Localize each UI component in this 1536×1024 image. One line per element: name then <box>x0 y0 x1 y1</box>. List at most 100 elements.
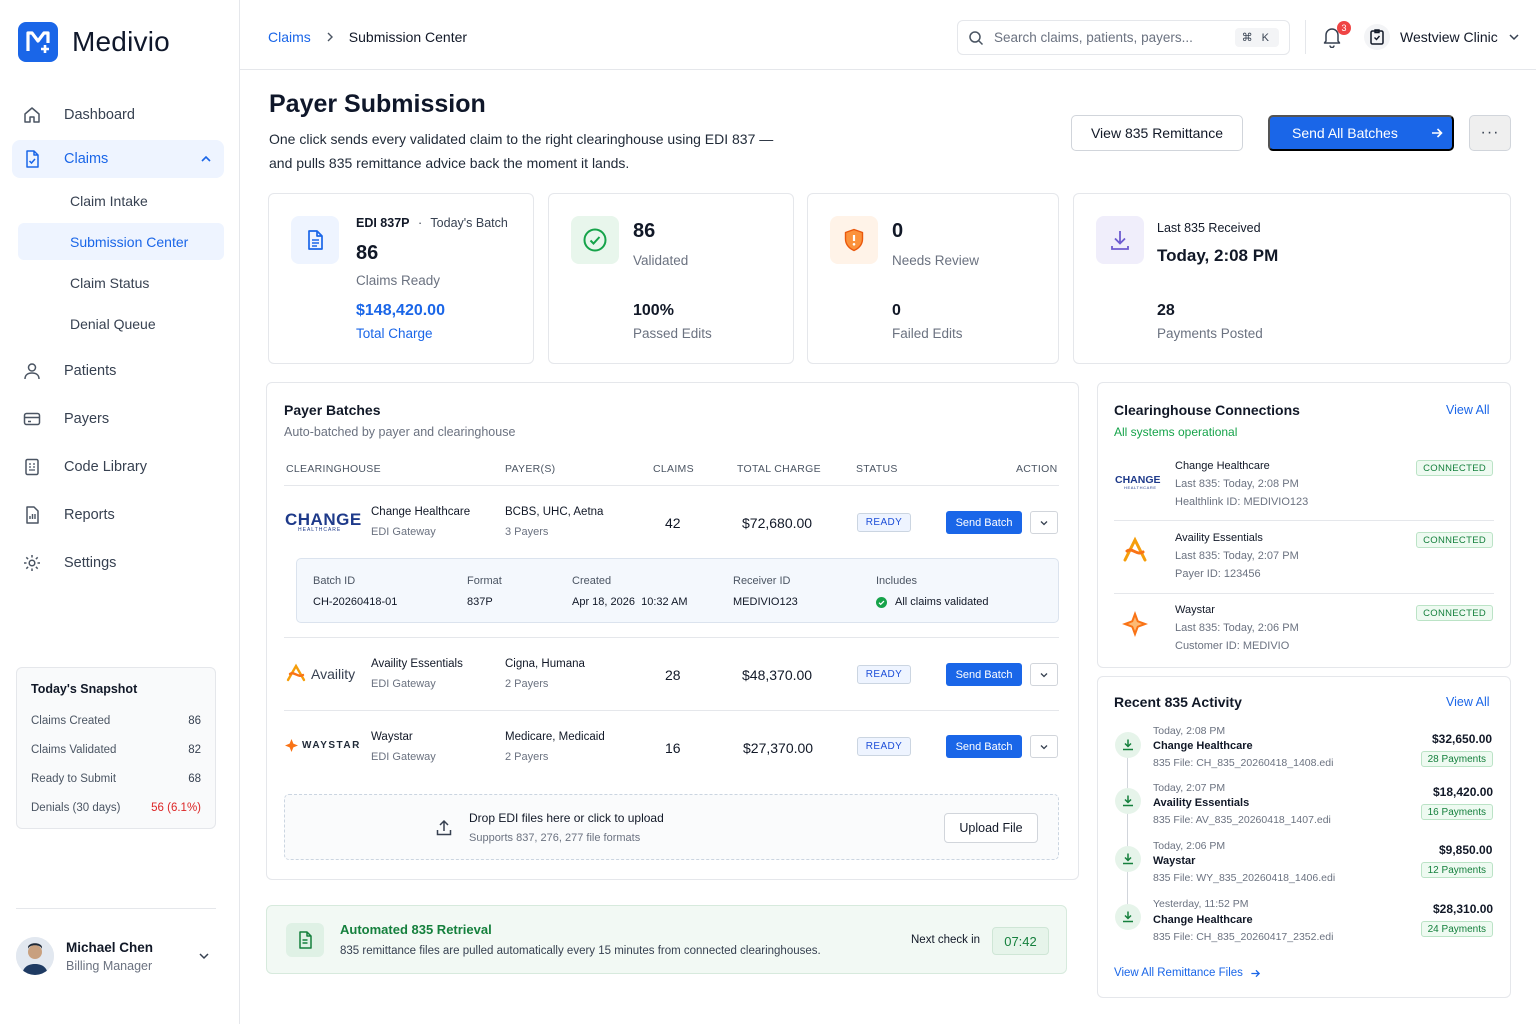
upload-icon <box>436 819 452 836</box>
shield-alert-icon <box>844 228 864 252</box>
clearinghouse-name: Availity Essentials <box>371 658 463 670</box>
send-batch-button[interactable]: Send Batch <box>946 511 1022 534</box>
sidebar-item-label: Settings <box>64 555 117 571</box>
activity-clearinghouse: Waystar <box>1153 855 1196 867</box>
sidebar-item-reports[interactable]: Reports <box>12 492 224 538</box>
code-library-icon <box>25 458 39 476</box>
user-menu[interactable]: Michael Chen Billing Manager <box>16 934 216 978</box>
activity-time: Today, 2:08 PM <box>1153 725 1226 737</box>
activity-clearinghouse: Change Healthcare <box>1153 914 1253 926</box>
last-835-label: Last 835 Received <box>1157 221 1261 235</box>
total-charge-label: Total Charge <box>356 326 433 341</box>
stat-card-needs-review: 0 Needs Review 0 Failed Edits <box>807 193 1059 364</box>
sidebar-item-label: Code Library <box>64 459 148 475</box>
payer-batches-subtitle: Auto-batched by payer and clearinghouse <box>284 425 516 439</box>
activity-view-all-link[interactable]: View All <box>1446 695 1490 709</box>
waystar-logo: WAYSTAR <box>285 739 361 752</box>
gear-icon <box>24 555 40 571</box>
download-icon <box>1123 739 1133 751</box>
passed-edits-label: Passed Edits <box>633 326 712 341</box>
more-options-button[interactable]: ··· <box>1469 115 1511 151</box>
send-all-batches-button[interactable]: Send All Batches <box>1268 115 1454 151</box>
activity-file[interactable]: 835 File: AV_835_20260418_1407.edi <box>1153 814 1331 826</box>
activity-payments-badge: 12 Payments <box>1420 862 1493 878</box>
clearinghouse-name: Change Healthcare <box>371 506 471 518</box>
payer-batches-title: Payer Batches <box>284 402 381 418</box>
activity-file[interactable]: 835 File: CH_835_20260418_1408.edi <box>1153 757 1333 769</box>
row-divider <box>1114 520 1494 521</box>
activity-amount: $28,310.00 <box>1433 902 1494 916</box>
download-icon <box>1123 795 1133 807</box>
sidebar-item-label: Claims <box>64 151 109 167</box>
col-header-action: ACTION <box>1016 463 1058 475</box>
sidebar-subitem-submission-center[interactable]: Submission Center <box>18 223 224 260</box>
search-input[interactable]: Search claims, patients, payers... ⌘ K <box>957 20 1290 55</box>
detail-value-format: 837P <box>467 596 493 608</box>
waystar-mark-icon <box>285 739 298 752</box>
failed-edits-value: 0 <box>892 302 901 319</box>
activity-download-icon-bg <box>1115 732 1141 758</box>
clearinghouse-gateway: EDI Gateway <box>371 751 436 763</box>
sidebar-item-claims[interactable]: Claims <box>12 140 224 178</box>
payments-posted-value: 28 <box>1157 302 1175 319</box>
send-batch-button[interactable]: Send Batch <box>946 663 1022 686</box>
chevron-right-icon <box>327 32 333 42</box>
detail-value-created: Apr 18, 2026 10:32 AM <box>572 596 688 608</box>
clinic-name: Westview Clinic <box>1400 29 1498 45</box>
activity-file[interactable]: 835 File: CH_835_20260417_2352.edi <box>1153 931 1333 943</box>
edi-upload-dropzone[interactable]: Drop EDI files here or click to upload S… <box>284 794 1059 860</box>
page-description: One click sends every validated claim to… <box>269 131 774 171</box>
snapshot-label: Denials (30 days) <box>31 801 121 814</box>
sidebar-item-payers[interactable]: Payers <box>12 396 224 442</box>
sidebar-item-label: Patients <box>64 363 117 379</box>
upload-file-button[interactable]: Upload File <box>944 813 1038 843</box>
claims-ready-label: Claims Ready <box>356 273 441 288</box>
sidebar-subitem-claim-status[interactable]: Claim Status <box>18 264 224 301</box>
clearinghouse-gateway: EDI Gateway <box>371 526 436 538</box>
connection-status-badge: CONNECTED <box>1416 460 1493 476</box>
sidebar-subitem-claim-intake[interactable]: Claim Intake <box>18 182 224 219</box>
arrow-right-icon <box>1251 969 1260 977</box>
sidebar-subitem-denial-queue[interactable]: Denial Queue <box>18 305 224 342</box>
sidebar-item-patients[interactable]: Patients <box>12 348 224 394</box>
connection-name: Waystar <box>1175 604 1215 616</box>
activity-clearinghouse: Availity Essentials <box>1153 797 1250 809</box>
chevron-down-icon <box>1040 672 1048 677</box>
sidebar-item-label: Dashboard <box>64 107 135 123</box>
activity-payments-badge: 24 Payments <box>1420 921 1493 937</box>
snapshot-label: Ready to Submit <box>31 772 117 785</box>
search-shortcut: ⌘ K <box>1234 28 1279 47</box>
view-all-remittance-files-link[interactable]: View All Remittance Files <box>1114 967 1261 979</box>
stat-icon-bg <box>291 216 339 264</box>
col-header-payers: PAYER(S) <box>505 463 556 475</box>
waystar-mark-icon <box>1122 611 1148 637</box>
sidebar-item-label: Payers <box>64 411 110 427</box>
sidebar-item-dashboard[interactable]: Dashboard <box>12 92 224 138</box>
breadcrumb-claims-link[interactable]: Claims <box>268 29 311 45</box>
app-name: Medivio <box>72 26 170 57</box>
batch-format-line: EDI 837P · Today's Batch <box>356 216 508 230</box>
view-all-remittance-label: View All Remittance Files <box>1114 967 1243 979</box>
claims-ready-count: 86 <box>356 242 379 264</box>
app-logo[interactable]: Medivio <box>18 22 170 62</box>
send-batch-button[interactable]: Send Batch <box>946 735 1022 758</box>
stat-card-last-835: Last 835 Received Today, 2:08 PM 28 Paym… <box>1073 193 1511 364</box>
activity-download-icon-bg <box>1115 904 1141 930</box>
activity-file[interactable]: 835 File: WY_835_20260418_1406.edi <box>1153 872 1335 884</box>
check-circle-icon <box>583 228 607 252</box>
batch-format: EDI 837P <box>356 216 410 230</box>
passed-edits-value: 100% <box>633 302 674 319</box>
activity-time: Today, 2:06 PM <box>1153 840 1226 852</box>
snapshot-row: Claims Created 86 <box>31 706 201 735</box>
row-expand-button[interactable] <box>1030 735 1058 758</box>
activity-time: Today, 2:07 PM <box>1153 782 1226 794</box>
view-835-remittance-button[interactable]: View 835 Remittance <box>1071 115 1243 151</box>
sidebar-item-code-library[interactable]: Code Library <box>12 444 224 490</box>
connections-view-all-link[interactable]: View All <box>1446 403 1490 417</box>
row-expand-button[interactable] <box>1030 511 1058 534</box>
clinic-switcher[interactable]: Westview Clinic <box>1364 24 1520 50</box>
sidebar-item-settings[interactable]: Settings <box>12 540 224 586</box>
snapshot-value: 56 (6.1%) <box>151 801 201 814</box>
row-expand-button[interactable] <box>1030 663 1058 686</box>
connection-id: Customer ID: MEDIVIO <box>1175 640 1290 652</box>
